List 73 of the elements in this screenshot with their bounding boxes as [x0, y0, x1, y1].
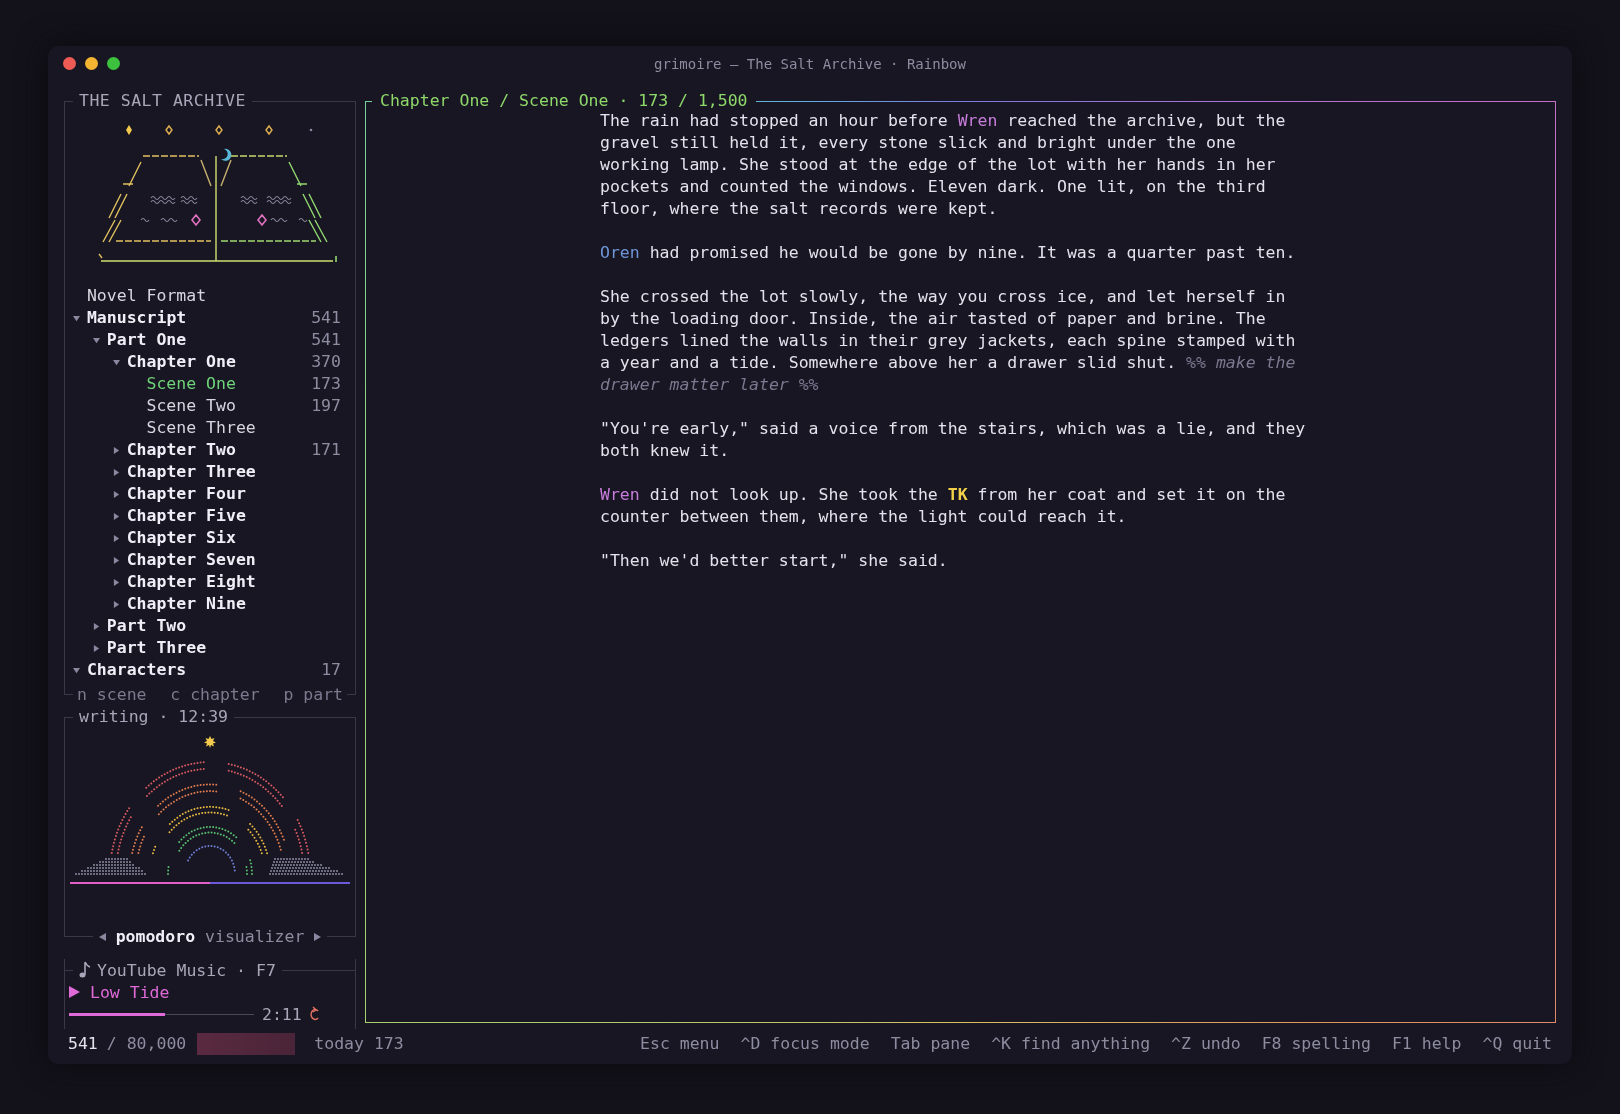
tree-item[interactable]: Chapter Four [126, 483, 246, 505]
disclosure-triangle-icon[interactable] [112, 534, 120, 542]
close-button[interactable] [63, 57, 76, 70]
shortcut-hint: F1 help [1391, 1034, 1462, 1053]
window-title: grimoire — The Salt Archive · Rainbow [654, 56, 966, 72]
disclosure-triangle-icon[interactable] [92, 622, 100, 630]
music-note-icon [79, 961, 91, 979]
track-title: Low Tide [90, 982, 170, 1002]
word-goal: / 80,000 [106, 1034, 187, 1053]
shortcut-hint: n scene [77, 684, 147, 706]
tree-item[interactable]: Chapter Six [126, 527, 236, 549]
repeat-icon[interactable] [309, 1006, 320, 1022]
disclosure-triangle-icon[interactable] [112, 358, 120, 366]
tree-item[interactable]: Chapter Five [126, 505, 246, 527]
tree-item[interactable]: Chapter Three [126, 461, 256, 483]
word-count: 171 [311, 439, 341, 461]
disclosure-triangle-icon[interactable] [73, 314, 80, 322]
disclosure-triangle-icon[interactable] [112, 512, 120, 520]
mode-tab[interactable]: visualizer [205, 926, 305, 948]
previous-icon[interactable] [98, 933, 106, 941]
paragraph: She crossed the lot slowly, the way you cross ice, and let herself in by the loading door. Inside, the air tasted of paper and brine. The ledgers lined the walls in their grey jackets, each spine stamped with a year and a tide. Somewhere above her a drawer slid shut. %% make the drawer matter later %% [600, 286, 1297, 396]
shortcut-hint: ^D focus mode [740, 1034, 870, 1053]
tree-item[interactable]: Part Two [106, 615, 187, 637]
disclosure-triangle-icon[interactable] [92, 336, 100, 344]
word-count: 541 [311, 307, 341, 329]
shortcut-hint: ^Z undo [1171, 1034, 1241, 1053]
word-count: 541 [68, 1034, 98, 1053]
mode-tab[interactable]: pomodoro [115, 926, 196, 948]
today-count: today 173 [314, 1034, 404, 1053]
disclosure-triangle-icon[interactable] [112, 446, 120, 454]
zoom-button[interactable] [107, 57, 120, 70]
disclosure-triangle-icon[interactable] [92, 644, 100, 652]
word-count: 370 [311, 351, 341, 373]
disclosure-triangle-icon[interactable] [112, 556, 120, 564]
disclosure-triangle-icon[interactable] [112, 468, 120, 476]
shortcut-hint: p part [283, 684, 343, 706]
tree-item[interactable]: Manuscript [86, 307, 187, 329]
tree-item[interactable]: Chapter Two [126, 439, 236, 461]
word-count: 541 [311, 329, 341, 351]
disclosure-triangle-icon[interactable] [112, 490, 120, 498]
tree-item[interactable]: Scene Two [146, 395, 236, 417]
shortcut-hint: F8 spelling [1261, 1034, 1371, 1053]
tree-item[interactable]: Scene Three [146, 417, 256, 439]
panel-title: YouTube Music · F7 [97, 960, 276, 980]
tree-item[interactable]: Scene One [146, 373, 236, 395]
minimize-button[interactable] [85, 57, 98, 70]
next-icon[interactable] [314, 933, 322, 941]
tree-item[interactable]: Part One [106, 329, 187, 351]
playback-time: 2:11 [262, 1004, 302, 1024]
tree-item[interactable]: Chapter Nine [126, 593, 246, 615]
word-count: 197 [311, 395, 341, 417]
paragraph: The rain had stopped an hour before Wren reached the archive, but the gravel still held it, every stone slick and bright under the one working lamp. She stood at the edge of the lot with her hands in her pockets and counted the windows. Eleven dark. One lit, on the third floor, where the salt records were kept. [600, 110, 1287, 220]
shortcut-hint: ^K find anything [991, 1034, 1151, 1053]
word-count: 173 [311, 373, 341, 395]
disclosure-triangle-icon[interactable] [112, 600, 120, 608]
paragraph: "Then we'd better start," she said. [600, 550, 949, 572]
tree-item[interactable]: Novel Format [86, 285, 207, 307]
word-count: 17 [321, 659, 341, 681]
paragraph: Oren had promised he would be gone by nine. It was a quarter past ten. [600, 242, 1297, 264]
tree-item[interactable]: Chapter Seven [126, 549, 256, 571]
paragraph: Wren did not look up. She took the TK from her coat and set it on the counter between them, where the light could reach it. [600, 484, 1287, 528]
tree-item[interactable]: Chapter Eight [126, 571, 256, 593]
shortcut-hint: c chapter [170, 684, 260, 706]
play-icon[interactable] [69, 986, 80, 998]
disclosure-triangle-icon[interactable] [112, 578, 120, 586]
shortcut-hint: Tab pane [890, 1034, 971, 1053]
paragraph: "You're early," said a voice from the stairs, which was a lie, and they both knew it. [600, 418, 1306, 462]
disclosure-triangle-icon[interactable] [73, 666, 80, 674]
tree-item[interactable]: Characters [86, 659, 187, 681]
tree-item[interactable]: Part Three [106, 637, 207, 659]
shortcut-hint: ^Q quit [1482, 1034, 1552, 1053]
shortcut-hint: Esc menu [640, 1034, 720, 1053]
tree-item[interactable]: Chapter One [126, 351, 236, 373]
